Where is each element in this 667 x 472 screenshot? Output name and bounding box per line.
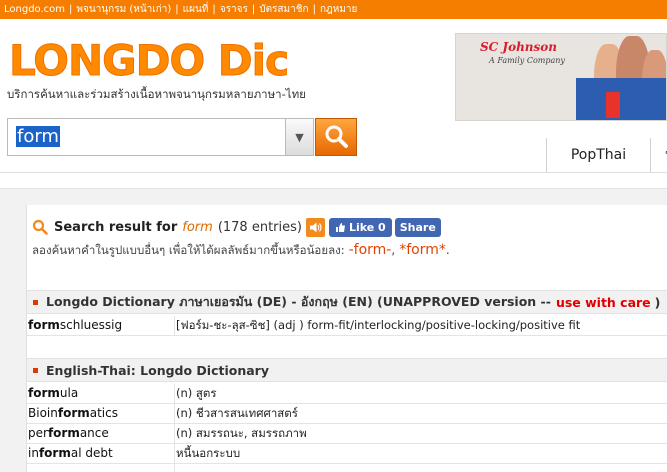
headword-link[interactable]: formschluessig <box>28 316 122 335</box>
nav-member-card[interactable]: บัตรสมาชิก <box>259 2 308 17</box>
sc-johnson-ad-banner[interactable]: SC Johnson A Family Company <box>455 33 667 121</box>
column-divider <box>174 316 175 336</box>
site-tagline: บริการค้นหาและร่วมสร้างเนื้อหาพจนานุกรมห… <box>7 87 306 101</box>
dictionary-section-title: English-Thai: Longdo Dictionary <box>46 362 269 378</box>
table-row: informal debt หนี้นอกระบบ <box>27 444 667 464</box>
search-suggestion: ลองค้นหาคำในรูปแบบอื่นๆ เพื่อให้ได้ผลลัพ… <box>32 242 450 260</box>
facebook-share-button[interactable]: Share <box>394 217 441 237</box>
thumbs-up-icon <box>335 222 345 232</box>
nav-separator: | <box>251 4 256 15</box>
search-icon <box>32 219 48 235</box>
suggestion-link-wildcard[interactable]: *form* <box>399 242 446 258</box>
nav-separator: | <box>312 4 316 15</box>
suggestion-link-contains[interactable]: -form- <box>349 242 392 258</box>
nav-dictionary-old[interactable]: พจนานุกรม (หน้าเก่า) <box>76 2 171 17</box>
ad-brand: SC Johnson <box>480 40 558 54</box>
result-label: Search result for <box>54 219 178 235</box>
nav-law[interactable]: กฎหมาย <box>320 2 357 17</box>
facebook-like-button[interactable]: Like 0 <box>328 217 392 237</box>
nav-map[interactable]: แผนที่ <box>183 2 209 17</box>
nav-separator: | <box>175 4 179 15</box>
search-icon <box>325 125 348 148</box>
suggestion-end: . <box>445 243 450 257</box>
table-row: Bioinformatics (n) ชีวสารสนเทศศาสตร์ <box>27 404 667 424</box>
definition: หนี้นอกระบบ <box>176 446 241 460</box>
top-nav: Longdo.com | พจนานุกรม (หน้าเก่า) | แผนท… <box>0 0 667 19</box>
result-count: (178 entries) <box>217 219 302 235</box>
headword-link[interactable]: Bioinformatics <box>28 404 118 423</box>
table-row: formschluessig [ฟอร์ม-ชะ-ลุส-ซิช] (adj )… <box>27 316 667 336</box>
longdo-dict-logo[interactable]: LONGDO Dict LONGDO Dict <box>7 30 287 86</box>
ad-product-image <box>606 92 620 118</box>
tab-next[interactable]: ป <box>650 138 667 172</box>
headword-link[interactable]: formula <box>28 384 78 403</box>
nav-separator: | <box>69 4 73 15</box>
page: Longdo.com | พจนานุกรม (หน้าเก่า) | แผนท… <box>0 0 667 472</box>
table-row: formula (n) สูตร <box>27 384 667 404</box>
headword-link[interactable]: performance <box>28 424 109 443</box>
column-divider <box>174 384 175 472</box>
search-input-value: form <box>16 126 60 147</box>
headword-link[interactable]: informal debt <box>28 444 113 463</box>
bullet-icon <box>33 367 38 373</box>
table-row: performance (n) สมรรถนะ, สมรรถภาพ <box>27 424 667 444</box>
definition: (n) สูตร <box>176 386 217 400</box>
definition: [ฟอร์ม-ชะ-ลุส-ซิช] (adj ) form-fit/inter… <box>176 318 581 332</box>
result-query: form <box>182 219 213 235</box>
search-dropdown-button[interactable]: ▼ <box>285 118 314 156</box>
dictionary-section-header-de-en: Longdo Dictionary ภาษาเยอรมัน (DE) - อัง… <box>27 290 667 314</box>
speaker-icon[interactable] <box>305 217 325 237</box>
nav-traffic[interactable]: จราจร <box>220 2 248 17</box>
ad-product-image <box>576 78 666 120</box>
ad-slogan: A Family Company <box>489 56 565 65</box>
chevron-down-icon: ▼ <box>295 130 304 144</box>
dictionary-section-title-end: ) <box>654 294 661 310</box>
dictionary-section-warning: use with care <box>555 294 651 310</box>
bullet-icon <box>33 299 38 305</box>
dictionary-section-header-en-th: English-Thai: Longdo Dictionary <box>27 358 667 382</box>
search-input[interactable]: form <box>7 118 314 156</box>
dictionary-section-title: Longdo Dictionary ภาษาเยอรมัน (DE) - อัง… <box>46 294 551 309</box>
definition: (n) ชีวสารสนเทศศาสตร์ <box>176 406 298 420</box>
logo-text-fill: LONGDO Dict <box>9 36 287 85</box>
result-header: Search result for form (178 entries) Lik… <box>32 216 441 238</box>
definition: (n) สมรรถนะ, สมรรถภาพ <box>176 426 307 440</box>
facebook-like-label: Like 0 <box>348 220 386 234</box>
nav-separator: | <box>212 4 216 15</box>
suggestion-text: ลองค้นหาคำในรูปแบบอื่นๆ เพื่อให้ได้ผลลัพ… <box>32 243 345 257</box>
nav-longdo[interactable]: Longdo.com <box>4 4 65 15</box>
search-button[interactable] <box>315 118 357 156</box>
tab-bar-divider <box>0 172 667 173</box>
suggestion-separator: , <box>391 243 396 257</box>
tab-popthai[interactable]: PopThai <box>546 138 650 172</box>
